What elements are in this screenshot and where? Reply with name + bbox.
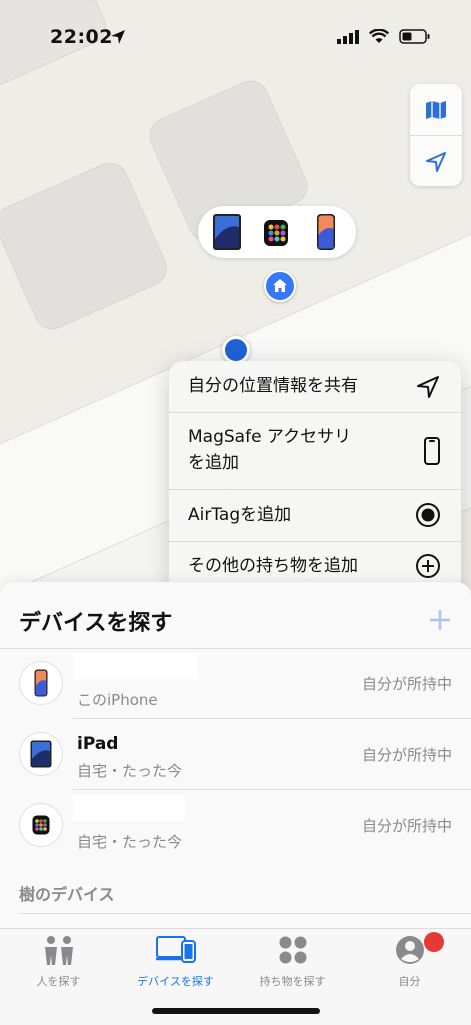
- devices-icon: [155, 936, 196, 963]
- section-header: 樹のデバイス: [19, 885, 115, 904]
- device-avatar: [19, 732, 63, 776]
- home-pin[interactable]: [264, 270, 296, 302]
- sheet-title: デバイスを探す: [19, 611, 173, 636]
- current-location-dot: [222, 336, 250, 364]
- menu-item-label: 自分の位置情報を共有: [188, 376, 358, 396]
- device-status: 自分が所持中: [361, 675, 452, 693]
- tab-label: 持ち物を探す: [259, 975, 326, 988]
- tab-label: デバイスを探す: [137, 975, 214, 988]
- device-status: 自分が所持中: [361, 817, 452, 835]
- tab-label: 人を探す: [36, 975, 81, 988]
- tab-label: 自分: [398, 975, 421, 988]
- tab-people[interactable]: 人を探す: [0, 929, 117, 999]
- menu-item-label: MagSafe アクセサリ を追加: [188, 427, 352, 473]
- cellular-signal-icon: [337, 29, 359, 44]
- device-name: iPad: [77, 734, 119, 754]
- map-controls: [410, 84, 462, 186]
- menu-item-add-magsafe[interactable]: MagSafe アクセサリ を追加: [169, 413, 461, 490]
- tab-devices[interactable]: デバイスを探す: [117, 929, 234, 999]
- map-mode-button[interactable]: [410, 84, 462, 135]
- ipad-icon: [30, 740, 52, 768]
- plus-icon[interactable]: [428, 608, 452, 632]
- person-circle-icon: [395, 936, 424, 964]
- locate-me-button[interactable]: [410, 136, 462, 187]
- ipad-icon: [213, 214, 241, 250]
- redacted-name: [73, 795, 185, 821]
- menu-item-share-location[interactable]: 自分の位置情報を共有: [169, 361, 461, 413]
- menu-item-label: その他の持ち物を追加: [188, 556, 358, 576]
- people-icon: [44, 936, 73, 965]
- home-indicator[interactable]: [152, 1008, 320, 1014]
- map-icon: [426, 100, 446, 119]
- device-cluster-bubble[interactable]: [198, 206, 356, 258]
- device-avatar: [19, 803, 63, 847]
- tab-items[interactable]: 持ち物を探す: [234, 929, 351, 999]
- watch-icon: [32, 815, 50, 835]
- device-avatar: [19, 661, 63, 705]
- plus-circle-icon: [416, 554, 440, 578]
- phone-outline-icon: [424, 437, 440, 465]
- device-row[interactable]: 自宅・たった今 自分が所持中: [0, 791, 471, 861]
- wifi-icon: [369, 29, 389, 43]
- device-status: 自分が所持中: [361, 746, 452, 764]
- device-subtitle: このiPhone: [77, 691, 158, 709]
- items-grid-icon: [279, 936, 306, 964]
- device-row[interactable]: このiPhone 自分が所持中: [0, 649, 471, 719]
- iphone-icon: [34, 669, 48, 697]
- house-icon: [273, 279, 287, 292]
- notification-badge: [424, 932, 444, 952]
- device-row[interactable]: iPad 自宅・たった今 自分が所持中: [0, 720, 471, 790]
- location-arrow-icon: [417, 376, 439, 398]
- airtag-icon: [416, 503, 440, 527]
- menu-item-add-airtag[interactable]: AirTagを追加: [169, 490, 461, 542]
- redacted-name: [73, 653, 198, 679]
- location-arrow-icon: [111, 30, 125, 44]
- status-bar: 22:02: [0, 0, 471, 74]
- battery-icon: [399, 29, 430, 44]
- status-time: 22:02: [50, 26, 113, 48]
- menu-item-label: AirTagを追加: [188, 505, 292, 525]
- tab-me[interactable]: 自分: [351, 929, 468, 999]
- devices-sheet[interactable]: デバイスを探す このiPhone 自分が所持中 iPad 自宅・たった今 自分が…: [0, 582, 471, 928]
- location-arrow-icon: [426, 151, 446, 172]
- map-building: [0, 156, 173, 336]
- device-subtitle: 自宅・たった今: [77, 833, 183, 851]
- iphone-icon: [317, 214, 335, 250]
- device-subtitle: 自宅・たった今: [77, 762, 183, 780]
- watch-icon: [264, 220, 288, 246]
- add-menu: 自分の位置情報を共有 MagSafe アクセサリ を追加 AirTagを追加 そ…: [169, 361, 461, 591]
